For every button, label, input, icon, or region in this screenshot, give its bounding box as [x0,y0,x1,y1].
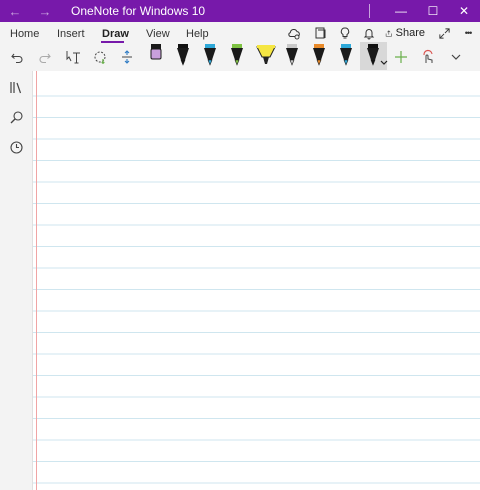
pen-icon [177,44,189,66]
search-nav-button[interactable] [8,109,24,125]
tell-me-button[interactable] [335,23,355,43]
pen-button-5[interactable] [255,42,277,68]
forward-arrow-icon: → [38,3,52,19]
tab-view[interactable]: View [146,28,170,40]
fullscreen-button[interactable] [435,23,453,43]
pen-button-7[interactable] [310,42,328,68]
library-icon [9,81,21,93]
bell-icon [363,29,375,40]
add-pen-button[interactable] [391,46,411,68]
more-icon: ••• [464,28,473,38]
minimize-button[interactable]: — [385,0,417,22]
title-separator [369,4,370,18]
pen-icon [313,44,325,66]
highlighter-icon [256,45,276,64]
share-button[interactable]: Share [385,23,425,43]
active-tab-indicator [101,41,124,43]
text-select-icon [66,51,80,64]
maximize-icon: ☐ [427,4,439,18]
notifications-button[interactable] [359,23,379,43]
pen-icon [150,44,162,60]
title-bar: ← → OneNote for Windows 10 — ☐ ✕ [0,0,480,22]
tab-draw[interactable]: Draw [102,28,129,40]
margin-line [36,71,37,490]
toolbar-expand-button[interactable] [446,46,466,68]
pen-options-chevron-icon [380,60,388,65]
more-options-button[interactable]: ••• [458,23,478,43]
redo-button[interactable] [35,46,55,68]
touch-draw-icon [423,49,433,63]
page-border [32,71,33,490]
back-arrow-icon: ← [8,3,22,19]
maximize-button[interactable]: ☐ [417,0,449,22]
type-select-button[interactable] [63,46,83,68]
pen-icon [286,44,298,66]
pen-icon [340,44,352,66]
ink-to-shape-button[interactable] [418,46,440,68]
note-canvas[interactable] [32,71,480,490]
lightbulb-icon [340,27,350,39]
notebooks-button[interactable] [310,23,330,43]
undo-icon [11,53,23,64]
notebooks-nav-button[interactable] [8,79,24,95]
close-icon: ✕ [458,4,470,18]
search-icon [10,110,23,123]
pen-button-9[interactable] [364,42,388,68]
undo-button[interactable] [7,46,27,68]
add-space-button[interactable] [117,46,137,68]
tab-insert[interactable]: Insert [57,28,85,40]
pen-button-1[interactable] [147,42,165,68]
expand-icon [438,27,450,39]
pen-button-8[interactable] [337,42,355,68]
pen-button-3[interactable] [201,42,219,68]
pen-button-2[interactable] [174,42,192,68]
pen-button-6[interactable] [283,42,301,68]
insert-space-icon [122,50,132,64]
plus-icon [395,51,407,63]
recent-notes-button[interactable] [8,139,24,155]
cloud-sync-icon [288,29,300,40]
clock-icon [9,140,23,154]
tab-help[interactable]: Help [186,28,209,40]
sync-button[interactable] [284,23,304,43]
share-icon [385,29,392,37]
share-label: Share [395,27,425,39]
pen-button-4[interactable] [228,42,246,68]
window-title: OneNote for Windows 10 [71,4,206,18]
pen-icon [231,44,243,66]
forward-button[interactable]: → [30,0,60,22]
ruled-lines [32,71,480,490]
pen-icon [367,44,379,66]
chevron-down-icon [451,54,461,60]
redo-icon [39,53,51,64]
pen-icon [204,44,216,66]
tab-home[interactable]: Home [10,28,39,40]
lasso-select-button[interactable] [90,46,110,68]
close-button[interactable]: ✕ [448,0,480,22]
lasso-icon [94,51,106,64]
navigation-rail [0,71,32,490]
page-copy-icon [315,27,326,39]
minimize-icon: — [395,4,407,18]
back-button[interactable]: ← [0,0,30,22]
